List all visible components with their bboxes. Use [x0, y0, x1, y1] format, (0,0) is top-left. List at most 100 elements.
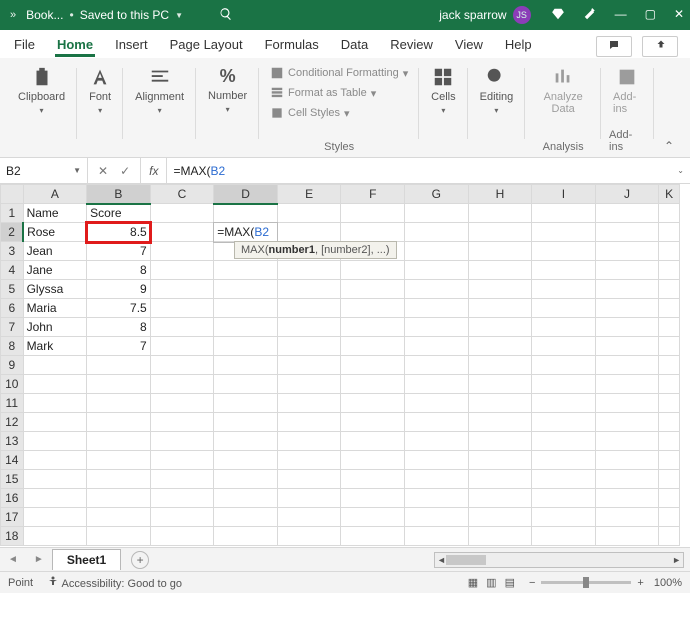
cell[interactable]	[405, 318, 469, 337]
cell[interactable]	[87, 375, 151, 394]
cell[interactable]	[277, 356, 341, 375]
cell[interactable]	[405, 337, 469, 356]
cell[interactable]	[532, 261, 596, 280]
cell[interactable]: 8	[87, 318, 151, 337]
cell[interactable]	[405, 299, 469, 318]
font-button[interactable]: Font▾	[85, 64, 115, 117]
addins-button[interactable]: Add-ins	[609, 64, 646, 117]
cell[interactable]	[87, 527, 151, 546]
zoom-slider[interactable]: − +	[529, 577, 644, 589]
col-header[interactable]: F	[341, 185, 405, 204]
cell[interactable]	[468, 356, 532, 375]
row-header[interactable]: 7	[1, 318, 24, 337]
cell[interactable]	[341, 413, 405, 432]
row-header[interactable]: 16	[1, 489, 24, 508]
cell[interactable]	[532, 470, 596, 489]
horizontal-scrollbar[interactable]: ◄ ►	[434, 552, 684, 568]
cell[interactable]	[595, 470, 659, 489]
cell[interactable]	[468, 432, 532, 451]
cell[interactable]: =MAX(B2	[214, 223, 278, 242]
cell[interactable]	[468, 242, 532, 261]
cell[interactable]	[659, 413, 680, 432]
cell[interactable]	[468, 508, 532, 527]
cell[interactable]	[595, 261, 659, 280]
cell[interactable]	[214, 356, 278, 375]
cell[interactable]	[659, 432, 680, 451]
cell[interactable]	[595, 337, 659, 356]
col-header[interactable]: K	[659, 185, 680, 204]
cell[interactable]	[341, 337, 405, 356]
row-header[interactable]: 8	[1, 337, 24, 356]
cell[interactable]	[468, 489, 532, 508]
cell[interactable]	[532, 527, 596, 546]
cell[interactable]: 8.5	[87, 223, 151, 242]
tab-file[interactable]: File	[12, 33, 37, 57]
cell[interactable]	[532, 204, 596, 223]
cell[interactable]	[405, 242, 469, 261]
zoom-out-icon[interactable]: −	[529, 577, 535, 589]
zoom-in-icon[interactable]: +	[637, 577, 643, 589]
cell[interactable]	[405, 204, 469, 223]
cell[interactable]	[595, 356, 659, 375]
cell[interactable]	[595, 451, 659, 470]
cell[interactable]	[405, 356, 469, 375]
cell[interactable]	[595, 204, 659, 223]
cell[interactable]	[468, 299, 532, 318]
cell[interactable]	[659, 318, 680, 337]
scroll-right-icon[interactable]: ►	[672, 555, 681, 565]
cell[interactable]: 8	[87, 261, 151, 280]
cell[interactable]	[532, 432, 596, 451]
cell[interactable]	[341, 204, 405, 223]
cell[interactable]	[150, 356, 214, 375]
sheet-tab[interactable]: Sheet1	[52, 549, 121, 570]
row-header[interactable]: 3	[1, 242, 24, 261]
cell[interactable]	[532, 375, 596, 394]
column-header-row[interactable]: A B C D E F G H I J K	[1, 185, 680, 204]
cell[interactable]	[214, 451, 278, 470]
cell[interactable]	[277, 489, 341, 508]
cell[interactable]	[532, 356, 596, 375]
search-icon[interactable]	[219, 7, 233, 24]
cell[interactable]	[659, 375, 680, 394]
cell[interactable]	[405, 432, 469, 451]
format-as-table-button[interactable]: Format as Table▾	[270, 86, 408, 100]
cell[interactable]	[23, 508, 87, 527]
cell[interactable]	[532, 242, 596, 261]
cell[interactable]	[659, 489, 680, 508]
col-header[interactable]: G	[405, 185, 469, 204]
cell[interactable]	[532, 337, 596, 356]
cell[interactable]	[659, 527, 680, 546]
cell[interactable]	[405, 394, 469, 413]
cell[interactable]	[595, 242, 659, 261]
cell-styles-button[interactable]: Cell Styles▾	[270, 106, 408, 120]
cell[interactable]	[595, 280, 659, 299]
new-sheet-button[interactable]: +	[131, 551, 149, 569]
row-header[interactable]: 17	[1, 508, 24, 527]
cell[interactable]	[405, 508, 469, 527]
cell[interactable]	[277, 299, 341, 318]
cell[interactable]	[23, 470, 87, 489]
cell[interactable]	[150, 432, 214, 451]
cell[interactable]	[150, 489, 214, 508]
row-header[interactable]: 10	[1, 375, 24, 394]
cell[interactable]	[150, 470, 214, 489]
name-box[interactable]: B2 ▼	[0, 158, 88, 183]
cell[interactable]	[214, 299, 278, 318]
cell[interactable]	[23, 356, 87, 375]
cell[interactable]	[214, 318, 278, 337]
accept-formula-icon[interactable]: ✓	[120, 164, 130, 178]
cell[interactable]	[277, 508, 341, 527]
cell[interactable]	[659, 204, 680, 223]
cell[interactable]	[659, 451, 680, 470]
cell[interactable]	[659, 508, 680, 527]
cell[interactable]	[214, 413, 278, 432]
tab-view[interactable]: View	[453, 33, 485, 57]
cell[interactable]	[341, 432, 405, 451]
cell[interactable]: 7	[87, 242, 151, 261]
cell[interactable]	[277, 280, 341, 299]
cell[interactable]	[595, 413, 659, 432]
cell[interactable]	[532, 451, 596, 470]
cancel-formula-icon[interactable]: ✕	[98, 164, 108, 178]
cell[interactable]	[214, 337, 278, 356]
cell[interactable]	[150, 375, 214, 394]
